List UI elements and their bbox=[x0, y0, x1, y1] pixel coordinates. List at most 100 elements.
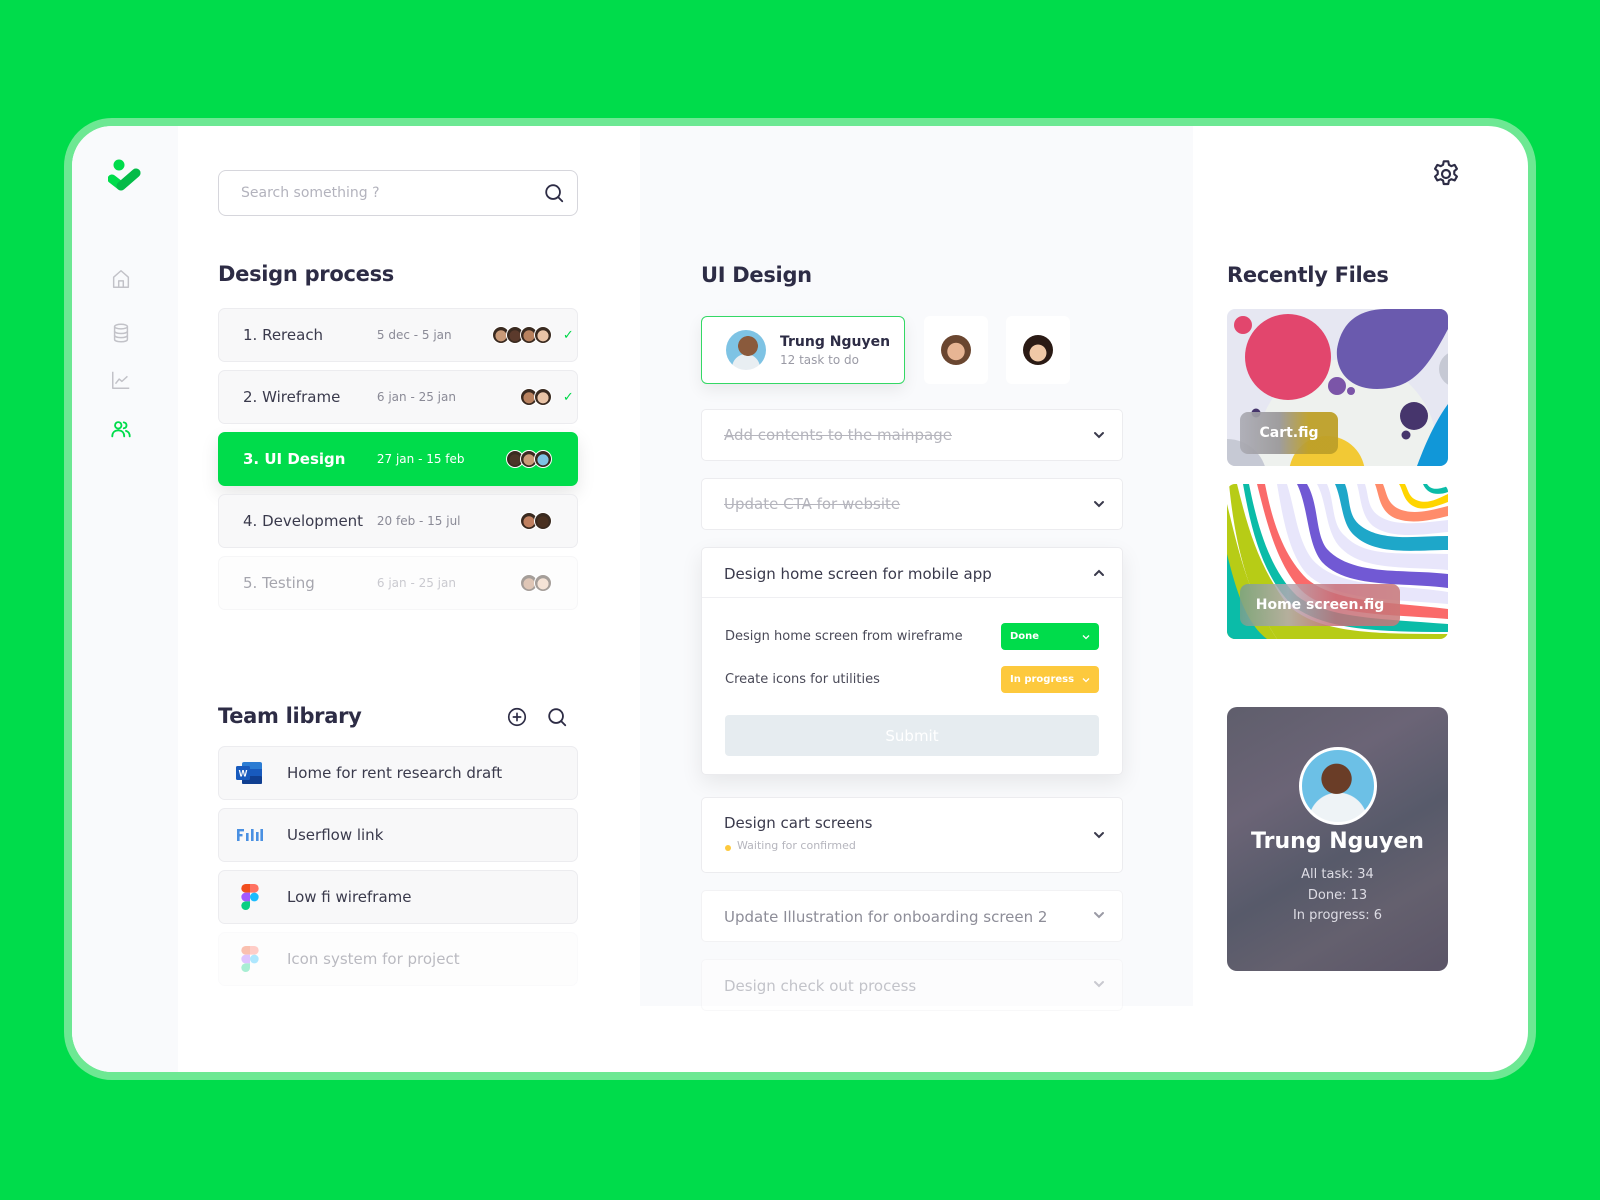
file-name: Cart.fig bbox=[1259, 425, 1319, 441]
process-step-dates: 6 jan - 25 jan bbox=[376, 576, 456, 590]
search-bar bbox=[218, 170, 578, 216]
library-item[interactable]: Icon system for project bbox=[218, 932, 578, 986]
sidebar-item-team[interactable] bbox=[110, 418, 132, 440]
task-item[interactable]: Update Illustration for onboarding scree… bbox=[701, 890, 1123, 942]
profile-done: Done: 13 bbox=[1307, 888, 1368, 903]
chart-line-icon bbox=[112, 371, 130, 389]
avatar bbox=[533, 512, 552, 530]
chevron-up-icon[interactable] bbox=[1092, 566, 1106, 580]
task-header[interactable]: Design home screen for mobile app bbox=[702, 548, 1122, 598]
recent-files-title: Recently Files bbox=[1227, 263, 1389, 287]
avatar bbox=[1023, 335, 1053, 365]
avatar-stack bbox=[478, 326, 552, 344]
chevron-down-icon[interactable] bbox=[1092, 497, 1106, 511]
file-card-cart[interactable]: Cart.fig bbox=[1227, 309, 1448, 466]
design-process-title: Design process bbox=[218, 262, 394, 286]
users-icon bbox=[111, 421, 131, 438]
add-circle-icon[interactable] bbox=[506, 706, 528, 728]
task-title: Add contents to the mainpage bbox=[724, 426, 952, 444]
subtask-label: Design home screen from wireframe bbox=[725, 629, 963, 644]
status-value: In progress bbox=[1010, 674, 1075, 685]
task-title: Design cart screens bbox=[724, 814, 873, 832]
task-item[interactable]: Update CTA for website bbox=[701, 478, 1123, 530]
task-title: Design check out process bbox=[724, 977, 917, 995]
sidebar-item-database[interactable] bbox=[110, 322, 132, 344]
check-icon: ✓ bbox=[562, 327, 574, 343]
chevron-down-icon[interactable] bbox=[1092, 908, 1106, 922]
avatar-stack bbox=[478, 388, 552, 406]
process-step-dates: 6 jan - 25 jan bbox=[376, 390, 456, 404]
status-dropdown-in-progress[interactable]: In progress bbox=[1001, 666, 1099, 693]
process-step-name: 4. Development bbox=[243, 512, 364, 530]
task-status-note: Waiting for confirmed bbox=[737, 839, 856, 852]
process-step[interactable]: 1. Rereach 5 dec - 5 jan ✓ bbox=[218, 308, 578, 362]
chevron-down-icon bbox=[1082, 635, 1090, 640]
check-icon: ✓ bbox=[562, 389, 574, 405]
search-input[interactable] bbox=[241, 185, 543, 201]
library-item[interactable]: Userflow link bbox=[218, 808, 578, 862]
home-icon bbox=[112, 270, 130, 288]
avatar-stack bbox=[478, 450, 552, 468]
task-item[interactable]: Add contents to the mainpage bbox=[701, 409, 1123, 461]
avatar bbox=[533, 450, 552, 468]
library-item-label: Icon system for project bbox=[287, 950, 460, 968]
member-name: Trung Nguyen bbox=[780, 333, 891, 350]
task-item[interactable]: Design cart screens Waiting for confirme… bbox=[701, 797, 1123, 873]
profile-all-task: All task: 34 bbox=[1301, 867, 1374, 882]
logo-icon bbox=[108, 159, 141, 191]
member-card[interactable] bbox=[924, 316, 988, 384]
process-step[interactable]: 3. UI Design 27 jan - 15 feb bbox=[218, 432, 578, 486]
library-item-label: Home for rent research draft bbox=[287, 764, 503, 782]
database-icon bbox=[113, 323, 129, 343]
avatar-stack bbox=[478, 574, 552, 592]
member-card-selected[interactable]: Trung Nguyen 12 task to do bbox=[701, 316, 905, 384]
process-step-dates: 5 dec - 5 jan bbox=[376, 328, 452, 342]
subtask-label: Create icons for utilities bbox=[725, 672, 880, 687]
file-name: Home screen.fig bbox=[1255, 597, 1385, 613]
profile-avatar bbox=[1299, 747, 1377, 825]
team-library-title: Team library bbox=[218, 704, 362, 728]
member-card[interactable] bbox=[1006, 316, 1070, 384]
chevron-down-icon[interactable] bbox=[1092, 977, 1106, 991]
ui-design-title: UI Design bbox=[701, 263, 812, 287]
library-item-label: Low fi wireframe bbox=[287, 888, 412, 906]
figma-icon bbox=[235, 946, 265, 972]
file-name-tag: Cart.fig bbox=[1240, 412, 1338, 454]
task-item[interactable]: Design check out process bbox=[701, 959, 1123, 1011]
svg-text:W: W bbox=[239, 769, 248, 779]
sidebar-item-analytics[interactable] bbox=[110, 369, 132, 391]
avatar bbox=[533, 388, 552, 406]
task-title: Update CTA for website bbox=[724, 495, 901, 513]
file-card-home-screen[interactable]: Home screen.fig bbox=[1227, 484, 1448, 639]
avatar bbox=[726, 330, 766, 370]
app-window: Design process Team library W Home for r… bbox=[72, 126, 1528, 1072]
process-step-name: 2. Wireframe bbox=[243, 388, 341, 406]
process-step[interactable]: 2. Wireframe 6 jan - 25 jan ✓ bbox=[218, 370, 578, 424]
settings-gear-icon[interactable] bbox=[1430, 158, 1462, 190]
library-search-icon[interactable] bbox=[546, 706, 568, 728]
task-title: Design home screen for mobile app bbox=[724, 565, 992, 583]
figma-icon bbox=[235, 884, 265, 910]
chevron-down-icon[interactable] bbox=[1092, 828, 1106, 842]
avatar bbox=[533, 574, 552, 592]
chevron-down-icon[interactable] bbox=[1092, 428, 1106, 442]
process-step[interactable]: 4. Development 20 feb - 15 jul bbox=[218, 494, 578, 548]
library-item[interactable]: W Home for rent research draft bbox=[218, 746, 578, 800]
word-icon: W bbox=[235, 761, 265, 785]
process-step[interactable]: 5. Testing 6 jan - 25 jan bbox=[218, 556, 578, 610]
task-title: Update Illustration for onboarding scree… bbox=[724, 908, 1048, 926]
process-step-name: 5. Testing bbox=[243, 574, 315, 592]
search-icon[interactable] bbox=[543, 182, 565, 204]
library-item-label: Userflow link bbox=[287, 826, 384, 844]
process-step-dates: 27 jan - 15 feb bbox=[376, 452, 465, 466]
sidebar-item-home[interactable] bbox=[110, 268, 132, 290]
process-step-dates: 20 feb - 15 jul bbox=[376, 514, 461, 528]
library-item[interactable]: Low fi wireframe bbox=[218, 870, 578, 924]
submit-button[interactable]: Submit bbox=[725, 715, 1099, 756]
avatar bbox=[533, 326, 552, 344]
status-dropdown-done[interactable]: Done bbox=[1001, 623, 1099, 650]
profile-card: Trung Nguyen All task: 34 Done: 13 In pr… bbox=[1227, 707, 1448, 971]
avatar bbox=[941, 335, 971, 365]
flowmapp-icon bbox=[235, 823, 265, 847]
waiting-dot-icon bbox=[725, 845, 731, 851]
